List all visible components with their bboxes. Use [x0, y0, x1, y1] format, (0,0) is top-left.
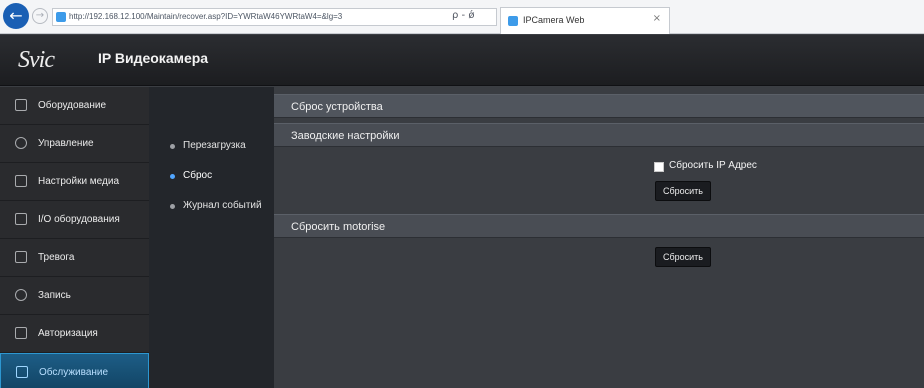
forward-arrow-icon[interactable]: →: [32, 8, 48, 24]
submenu-item-reboot[interactable]: Перезагрузка: [149, 131, 274, 161]
page-icon: [508, 16, 518, 26]
sidebar-item-label: Тревога: [38, 252, 75, 263]
io-icon: [15, 213, 27, 225]
factory-reset-button[interactable]: Сбросить: [655, 181, 711, 201]
tab-title: IPCamera Web: [523, 15, 585, 25]
wrench-icon: [16, 366, 28, 378]
main-sidebar: Оборудование Управление Настройки медиа …: [0, 87, 149, 388]
sidebar-item-media[interactable]: Настройки медиа: [0, 163, 149, 201]
app-title: IP Видеокамера: [98, 50, 209, 66]
camera-icon: [15, 99, 27, 111]
sidebar-item-label: Обслуживание: [39, 367, 109, 378]
reset-ip-label: Сбросить IP Адрес: [669, 160, 757, 171]
sidebar-item-io[interactable]: I/O оборудования: [0, 201, 149, 239]
sidebar-item-maintenance[interactable]: Обслуживание: [0, 353, 149, 388]
main-content: Сброс устройства Заводские настройки Сбр…: [274, 87, 924, 388]
submenu-item-label: Перезагрузка: [183, 140, 246, 151]
sidebar-item-hardware[interactable]: Оборудование: [0, 87, 149, 125]
sidebar-item-label: Управление: [38, 138, 94, 149]
submenu-item-event-log[interactable]: Журнал событий: [149, 191, 274, 221]
submenu-item-reset[interactable]: Сброс: [149, 161, 280, 191]
bullet-icon: [170, 204, 175, 209]
sidebar-item-label: I/O оборудования: [38, 214, 120, 225]
submenu-item-label: Сброс: [183, 170, 213, 181]
record-icon: [15, 289, 27, 301]
section-title: Заводские настройки: [291, 130, 400, 142]
sidebar-item-label: Настройки медиа: [38, 176, 120, 187]
brand-logo: Svic: [18, 47, 55, 73]
bullet-icon: [170, 144, 175, 149]
submenu-item-label: Журнал событий: [183, 200, 262, 211]
section-header-reset-device: Сброс устройства: [274, 94, 924, 118]
monitor-icon: [15, 327, 27, 339]
sidebar-item-label: Оборудование: [38, 100, 107, 111]
section-title: Сбросить motorise: [291, 221, 386, 233]
reset-ip-option[interactable]: Сбросить IP Адрес: [654, 160, 804, 176]
motorise-reset-button[interactable]: Сбросить: [655, 247, 711, 267]
browser-tab[interactable]: IPCamera Web ×: [500, 7, 670, 34]
section-header-factory-settings: Заводские настройки: [274, 123, 924, 147]
tab-close-icon[interactable]: ×: [653, 13, 661, 24]
page-title: Сброс устройства: [291, 101, 383, 113]
app-header: Svic IP Видеокамера: [0, 35, 924, 86]
sidebar-item-record[interactable]: Запись: [0, 277, 149, 315]
url-text: http://192.168.12.100/Maintain/recover.a…: [69, 12, 343, 21]
site-icon: [56, 12, 66, 22]
sidebar-item-authorization[interactable]: Авторизация: [0, 315, 149, 353]
browser-toolbar: ← → http://192.168.12.100/Maintain/recov…: [0, 0, 924, 34]
bullet-icon: [170, 174, 175, 179]
media-icon: [15, 175, 27, 187]
reset-ip-checkbox[interactable]: [654, 162, 664, 172]
section-header-motorise: Сбросить motorise: [274, 214, 924, 238]
gear-icon: [15, 137, 27, 149]
address-tools[interactable]: ρ - ǿ: [452, 8, 474, 24]
sidebar-item-alarm[interactable]: Тревога: [0, 239, 149, 277]
sidebar-item-label: Запись: [38, 290, 71, 301]
sidebar-item-management[interactable]: Управление: [0, 125, 149, 163]
back-arrow-icon[interactable]: ←: [3, 3, 29, 29]
alarm-icon: [15, 251, 27, 263]
address-bar[interactable]: http://192.168.12.100/Maintain/recover.a…: [52, 8, 497, 26]
submenu-panel: Перезагрузка Сброс Журнал событий: [149, 87, 280, 388]
sidebar-item-label: Авторизация: [38, 328, 98, 339]
